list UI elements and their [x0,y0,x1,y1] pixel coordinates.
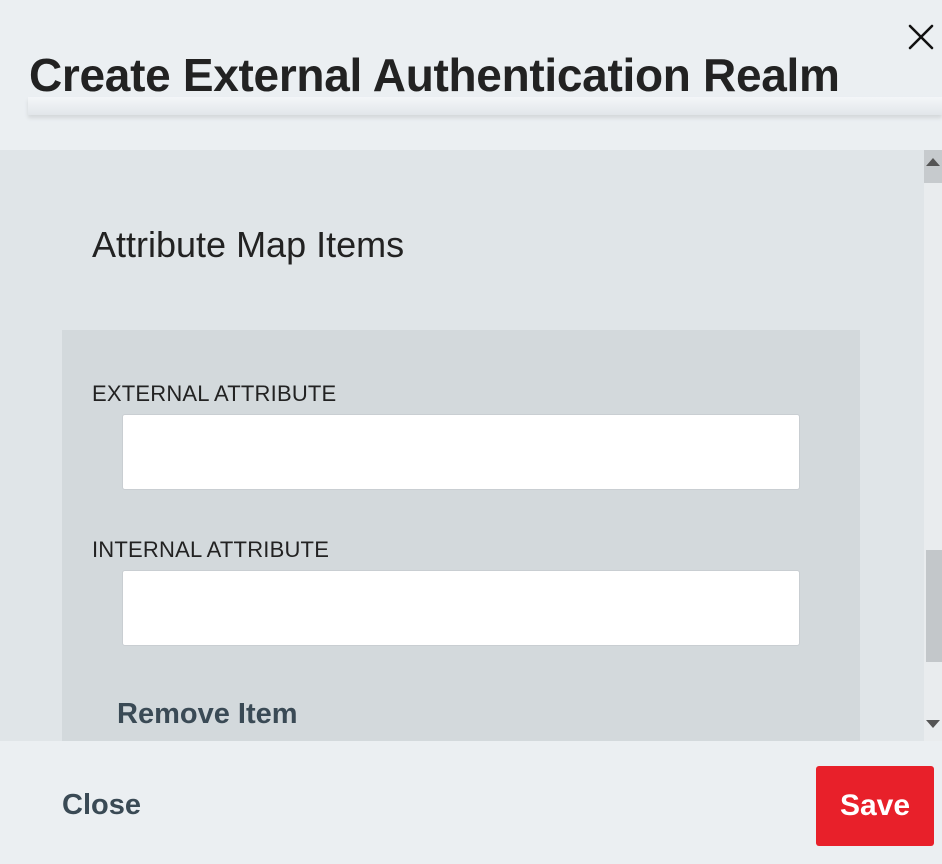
external-attribute-label: EXTERNAL ATTRIBUTE [92,381,337,406]
modal-body: Attribute Map Items EXTERNAL ATTRIBUTE I… [0,150,924,741]
internal-attribute-label: INTERNAL ATTRIBUTE [92,537,330,562]
modal-footer: Close Save [0,741,942,864]
vertical-scrollbar[interactable] [924,150,942,741]
close-button[interactable]: Close [62,789,141,822]
scrollbar-thumb[interactable] [926,550,942,662]
header-divider [28,97,942,115]
save-button[interactable]: Save [816,766,934,846]
scroll-up-arrow-icon[interactable] [926,158,940,166]
remove-item-button[interactable]: Remove Item [117,698,298,731]
internal-attribute-input[interactable] [122,570,800,646]
section-heading: Attribute Map Items [92,224,405,265]
attribute-map-item: EXTERNAL ATTRIBUTE INTERNAL ATTRIBUTE Re… [62,330,860,741]
scrollbar-top-cap [924,150,942,183]
modal-title: Create External Authentication Realm [29,49,840,101]
close-icon[interactable] [904,20,938,54]
external-attribute-input[interactable] [122,414,800,490]
scroll-down-arrow-icon[interactable] [926,720,940,728]
modal-header: Create External Authentication Realm [0,0,942,150]
